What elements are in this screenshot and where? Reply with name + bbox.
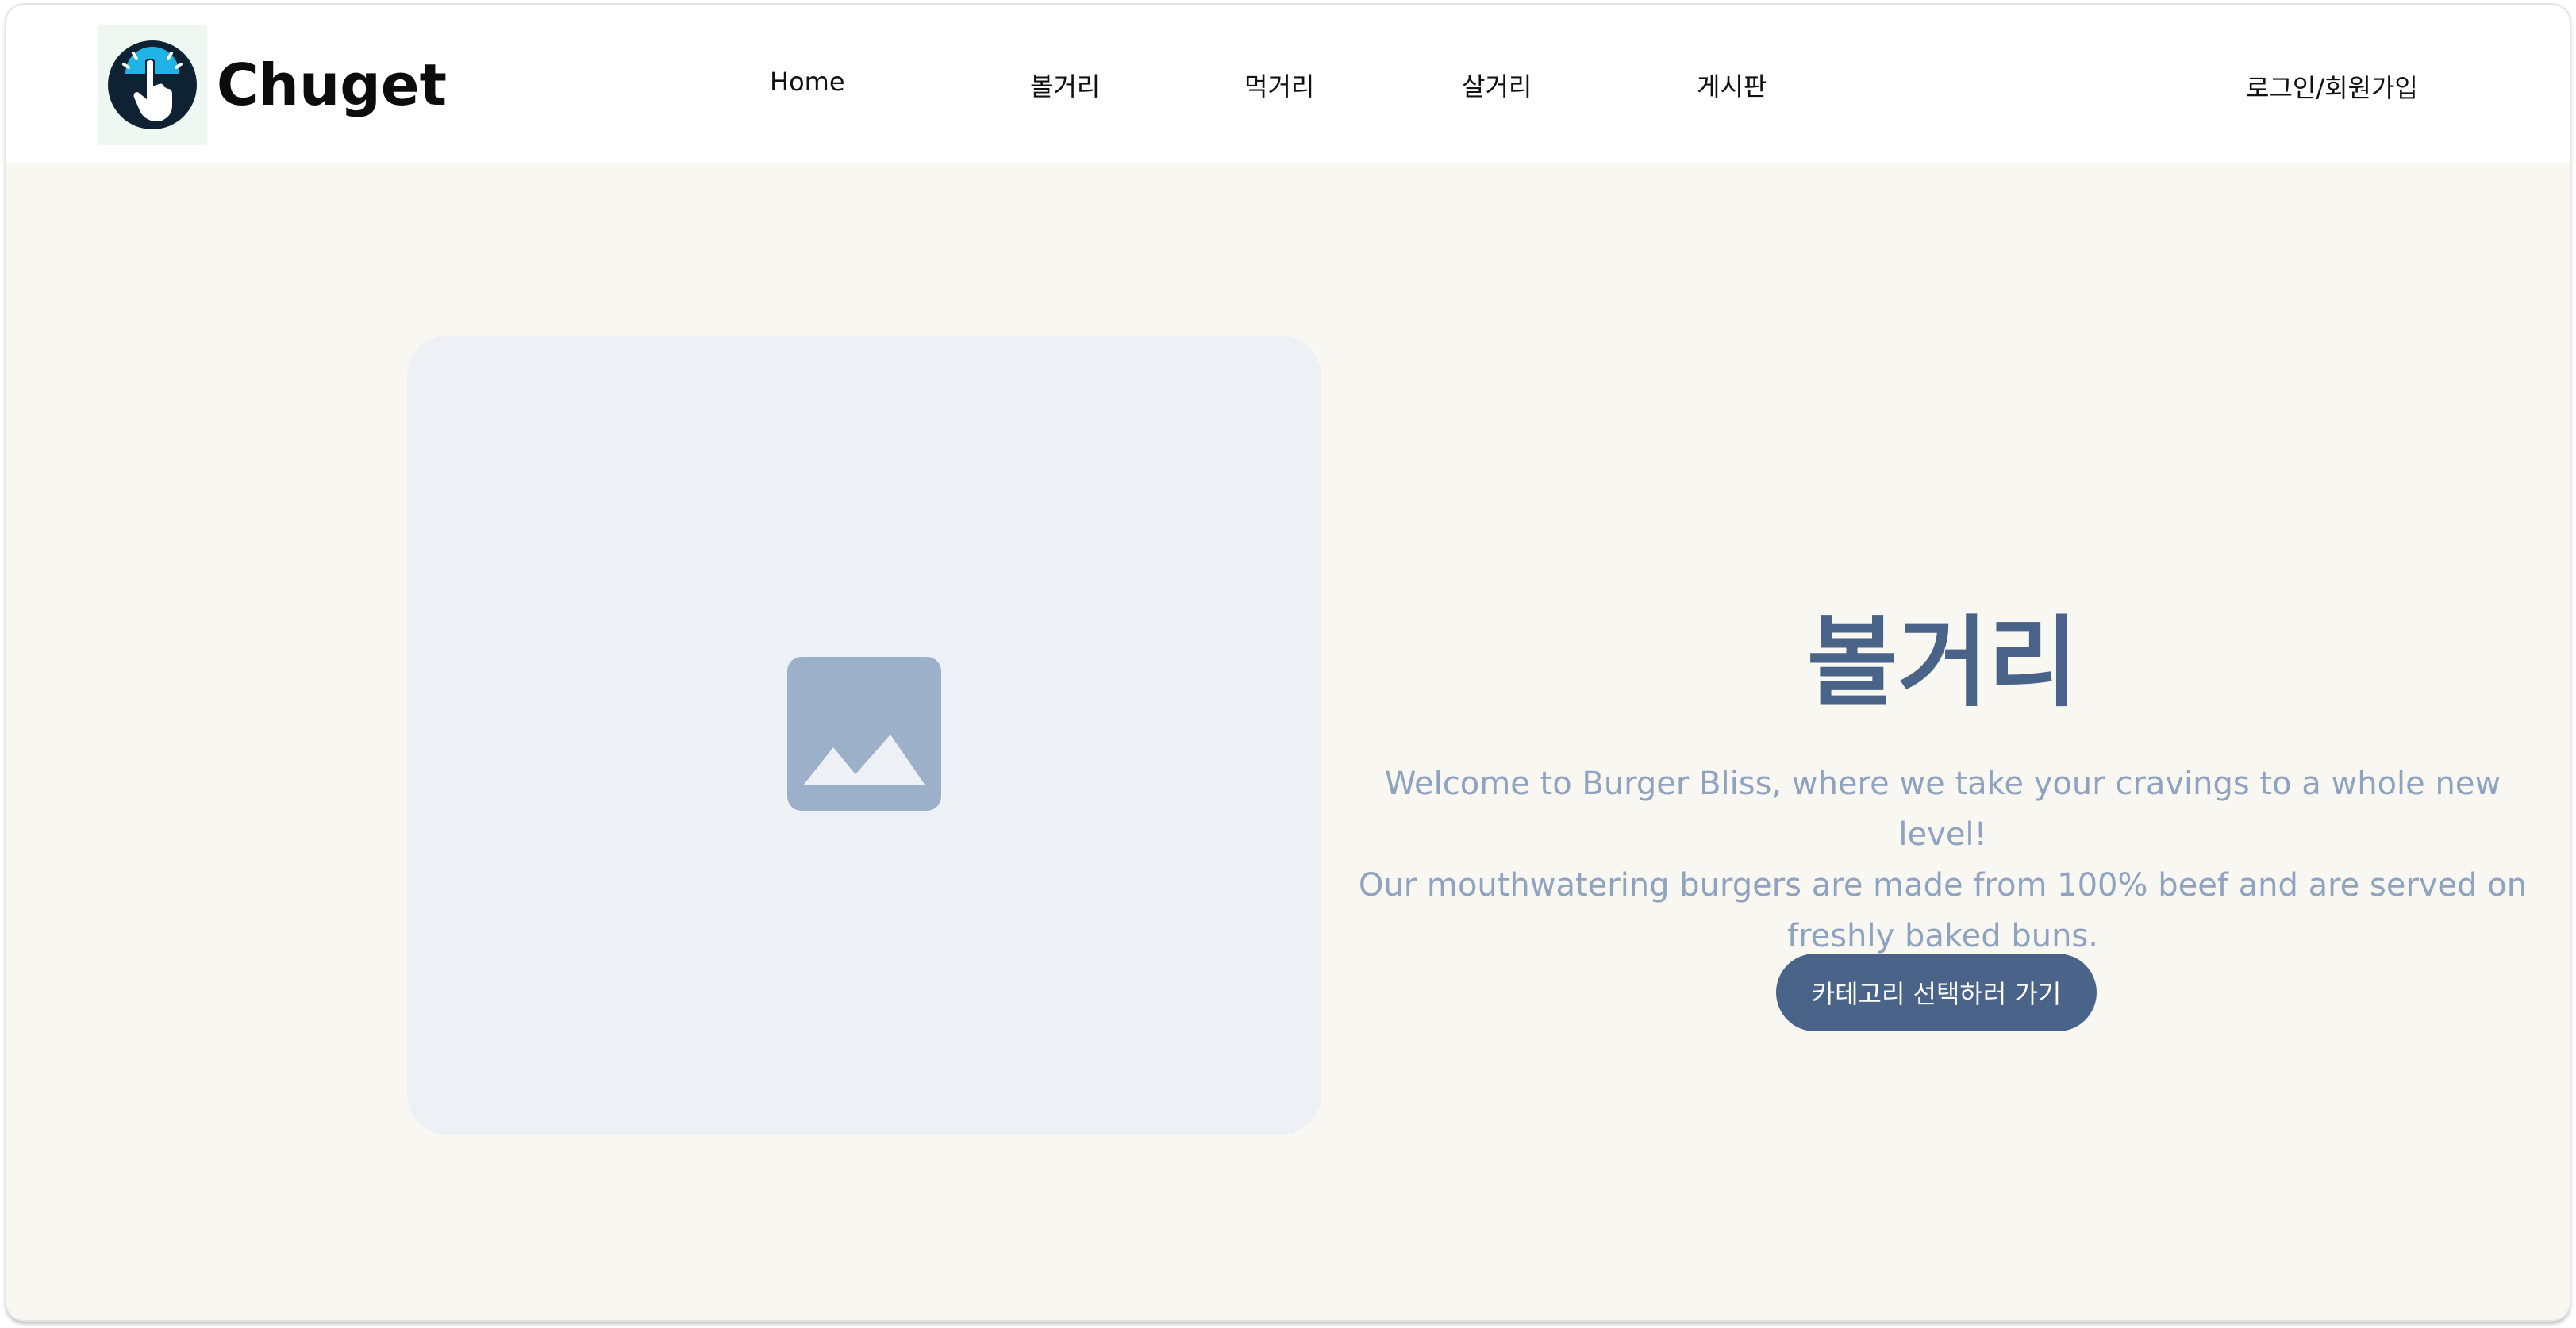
login-signup-link[interactable]: 로그인/회원가입 <box>2246 68 2418 105</box>
nav-item-sights[interactable]: 볼거리 <box>1030 67 1100 103</box>
app-frame: Chuget Home 볼거리 먹거리 살거리 게시판 로그인/회원가입 볼거리… <box>6 5 2570 1320</box>
nav-item-home[interactable]: Home <box>770 67 845 97</box>
hero-image-placeholder <box>407 336 1321 1135</box>
nav-item-shopping[interactable]: 살거리 <box>1462 67 1532 103</box>
select-category-button[interactable]: 카테고리 선택하러 가기 <box>1776 954 2097 1031</box>
hero-description: Welcome to Burger Bliss, where we take y… <box>1355 758 2530 961</box>
brand-logo-link[interactable]: Chuget <box>98 25 447 145</box>
hero-description-line: Our mouthwatering burgers are made from … <box>1358 867 2528 904</box>
brand-name: Chuget <box>216 52 447 118</box>
pointing-hand-icon <box>98 25 207 145</box>
hero-description-line: Welcome to Burger Bliss, where we take y… <box>1384 766 2501 853</box>
image-placeholder-icon <box>787 657 941 814</box>
hero-title: 볼거리 <box>1806 606 2079 720</box>
nav-item-board[interactable]: 게시판 <box>1697 67 1767 103</box>
site-header: Chuget Home 볼거리 먹거리 살거리 게시판 로그인/회원가입 <box>6 5 2570 163</box>
nav-item-food[interactable]: 먹거리 <box>1244 67 1314 103</box>
